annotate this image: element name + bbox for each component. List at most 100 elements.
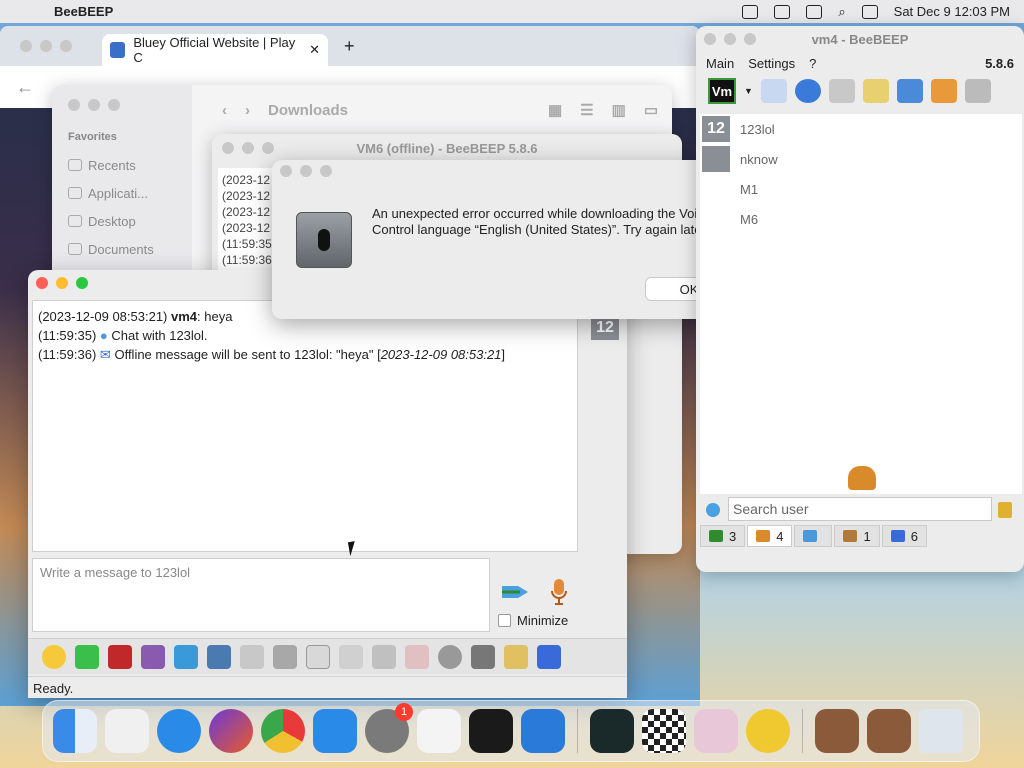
share-icon[interactable] bbox=[372, 644, 396, 669]
screenshot-icon[interactable] bbox=[471, 644, 495, 669]
minimize-icon[interactable] bbox=[88, 99, 100, 111]
tab-close-icon[interactable]: ✕ bbox=[309, 42, 320, 58]
dropdown-arrow-icon[interactable]: ▼ bbox=[744, 86, 753, 96]
activity-monitor-icon[interactable] bbox=[590, 709, 634, 753]
zoom-icon[interactable] bbox=[320, 165, 332, 177]
settings-icon[interactable]: 1 bbox=[365, 703, 413, 753]
search-user-input[interactable]: Search user bbox=[728, 497, 992, 521]
camera-icon[interactable] bbox=[438, 644, 462, 669]
download-icon[interactable] bbox=[930, 79, 957, 103]
file-icon[interactable] bbox=[339, 644, 363, 669]
chrome-icon[interactable] bbox=[261, 709, 305, 753]
user-row[interactable]: M1 bbox=[700, 174, 1022, 204]
pen-icon[interactable] bbox=[742, 4, 759, 19]
menu-settings[interactable]: Settings bbox=[748, 56, 795, 71]
filter-icon[interactable] bbox=[174, 644, 198, 669]
list-view-icon[interactable]: ☰ bbox=[580, 101, 593, 119]
zoom-icon[interactable] bbox=[108, 99, 120, 111]
sidebar-item-recents[interactable]: Recents bbox=[68, 151, 192, 179]
pencil-icon[interactable] bbox=[862, 79, 889, 103]
font-icon[interactable] bbox=[108, 644, 132, 669]
user-row[interactable]: nknow bbox=[700, 144, 1022, 174]
launchpad-icon[interactable] bbox=[105, 709, 149, 753]
app-name[interactable]: BeeBEEP bbox=[54, 4, 113, 19]
note-icon[interactable] bbox=[504, 644, 528, 669]
sidebar-item-documents[interactable]: Documents bbox=[68, 235, 192, 263]
chat-icon bbox=[803, 530, 818, 542]
tab-chats[interactable] bbox=[794, 525, 833, 547]
sidebar-item-applications[interactable]: Applicati... bbox=[68, 179, 192, 207]
clear-search-icon[interactable] bbox=[998, 502, 1012, 518]
gear-icon[interactable] bbox=[207, 644, 231, 669]
close-icon[interactable] bbox=[280, 165, 292, 177]
appstore-icon[interactable] bbox=[313, 709, 357, 753]
dictionary-icon[interactable] bbox=[273, 644, 297, 669]
tab-users[interactable]: 3 bbox=[700, 525, 746, 547]
message-input[interactable]: Write a message to 123lol bbox=[32, 558, 490, 632]
menu-main[interactable]: Main bbox=[706, 56, 734, 71]
forward-icon[interactable]: › bbox=[245, 102, 250, 119]
window-icon[interactable] bbox=[806, 4, 823, 19]
terminal-icon[interactable] bbox=[469, 709, 513, 753]
chat-window: 123lol ( (2023-12-09 08:53:21) vm4: heya… bbox=[28, 270, 627, 698]
edit-profile-icon[interactable] bbox=[760, 79, 787, 103]
chat-history[interactable]: (2023-12-09 08:53:21) vm4: heya (11:59:3… bbox=[32, 300, 578, 552]
send-icon[interactable] bbox=[500, 582, 530, 602]
vm-status-icon[interactable]: Vm bbox=[708, 78, 736, 104]
search-icon[interactable]: ⌕ bbox=[838, 4, 845, 20]
tab-groups[interactable]: 1 bbox=[834, 525, 880, 547]
down-arrow-icon[interactable] bbox=[75, 644, 99, 669]
back-arrow-icon[interactable]: ← bbox=[16, 77, 34, 98]
menu-help[interactable]: ? bbox=[809, 56, 816, 71]
tab-people[interactable]: 4 bbox=[747, 525, 793, 547]
zoom-icon[interactable] bbox=[60, 40, 72, 52]
textedit-icon[interactable] bbox=[417, 709, 461, 753]
emoji-icon[interactable] bbox=[42, 644, 66, 669]
screen-mirror-icon[interactable] bbox=[774, 4, 791, 19]
chess-window-icon[interactable] bbox=[815, 709, 859, 753]
user-number-badge: 12 bbox=[591, 316, 619, 340]
back-icon[interactable]: ‹ bbox=[222, 102, 227, 119]
finder-icon[interactable] bbox=[53, 709, 97, 753]
mail-icon[interactable] bbox=[828, 79, 855, 103]
tools-icon[interactable] bbox=[896, 79, 923, 103]
document-icon bbox=[68, 243, 82, 255]
code-icon[interactable] bbox=[405, 644, 429, 669]
sidebar-item-desktop[interactable]: Desktop bbox=[68, 207, 192, 235]
beebeep-icon[interactable] bbox=[746, 709, 790, 753]
tab-shares[interactable]: 6 bbox=[881, 525, 927, 547]
trash-icon[interactable] bbox=[919, 709, 963, 753]
new-tab-icon[interactable]: + bbox=[344, 36, 355, 57]
checkbox[interactable] bbox=[498, 614, 511, 627]
column-view-icon[interactable]: ▥ bbox=[612, 101, 626, 119]
clock-icon bbox=[68, 159, 82, 171]
control-center-icon[interactable] bbox=[861, 4, 878, 19]
safari-icon[interactable] bbox=[157, 709, 201, 753]
minimize-icon[interactable] bbox=[40, 40, 52, 52]
close-icon[interactable] bbox=[20, 40, 32, 52]
chess-icon[interactable] bbox=[642, 709, 686, 753]
microphone-icon[interactable] bbox=[550, 578, 568, 606]
icon-view-icon[interactable]: ▦ bbox=[548, 101, 562, 119]
firefox-icon[interactable] bbox=[209, 709, 253, 753]
network-icon[interactable] bbox=[706, 503, 720, 517]
user-row[interactable]: M6 bbox=[700, 204, 1022, 234]
user-row[interactable]: 12 123lol bbox=[700, 114, 1022, 144]
clock[interactable]: Sat Dec 9 12:03 PM bbox=[894, 4, 1010, 19]
dialog-traffic-lights bbox=[280, 165, 752, 177]
user-badge bbox=[702, 206, 730, 232]
vscode-icon[interactable] bbox=[521, 709, 565, 753]
minimize-icon[interactable] bbox=[300, 165, 312, 177]
minimize-checkbox[interactable]: Minimize bbox=[498, 613, 568, 628]
chess-window-icon-2[interactable] bbox=[867, 709, 911, 753]
gallery-view-icon[interactable]: ▭ bbox=[644, 101, 658, 119]
document-icon[interactable] bbox=[306, 644, 330, 669]
save-icon[interactable] bbox=[537, 644, 561, 669]
close-icon[interactable] bbox=[68, 99, 80, 111]
browser-tab[interactable]: Bluey Official Website | Play C ✕ bbox=[102, 34, 328, 66]
trash-icon[interactable] bbox=[964, 79, 991, 103]
color-palette-icon[interactable] bbox=[141, 644, 165, 669]
broadcast-icon[interactable] bbox=[794, 79, 821, 103]
system-info-icon[interactable] bbox=[694, 709, 738, 753]
tray-icon[interactable] bbox=[240, 644, 264, 669]
